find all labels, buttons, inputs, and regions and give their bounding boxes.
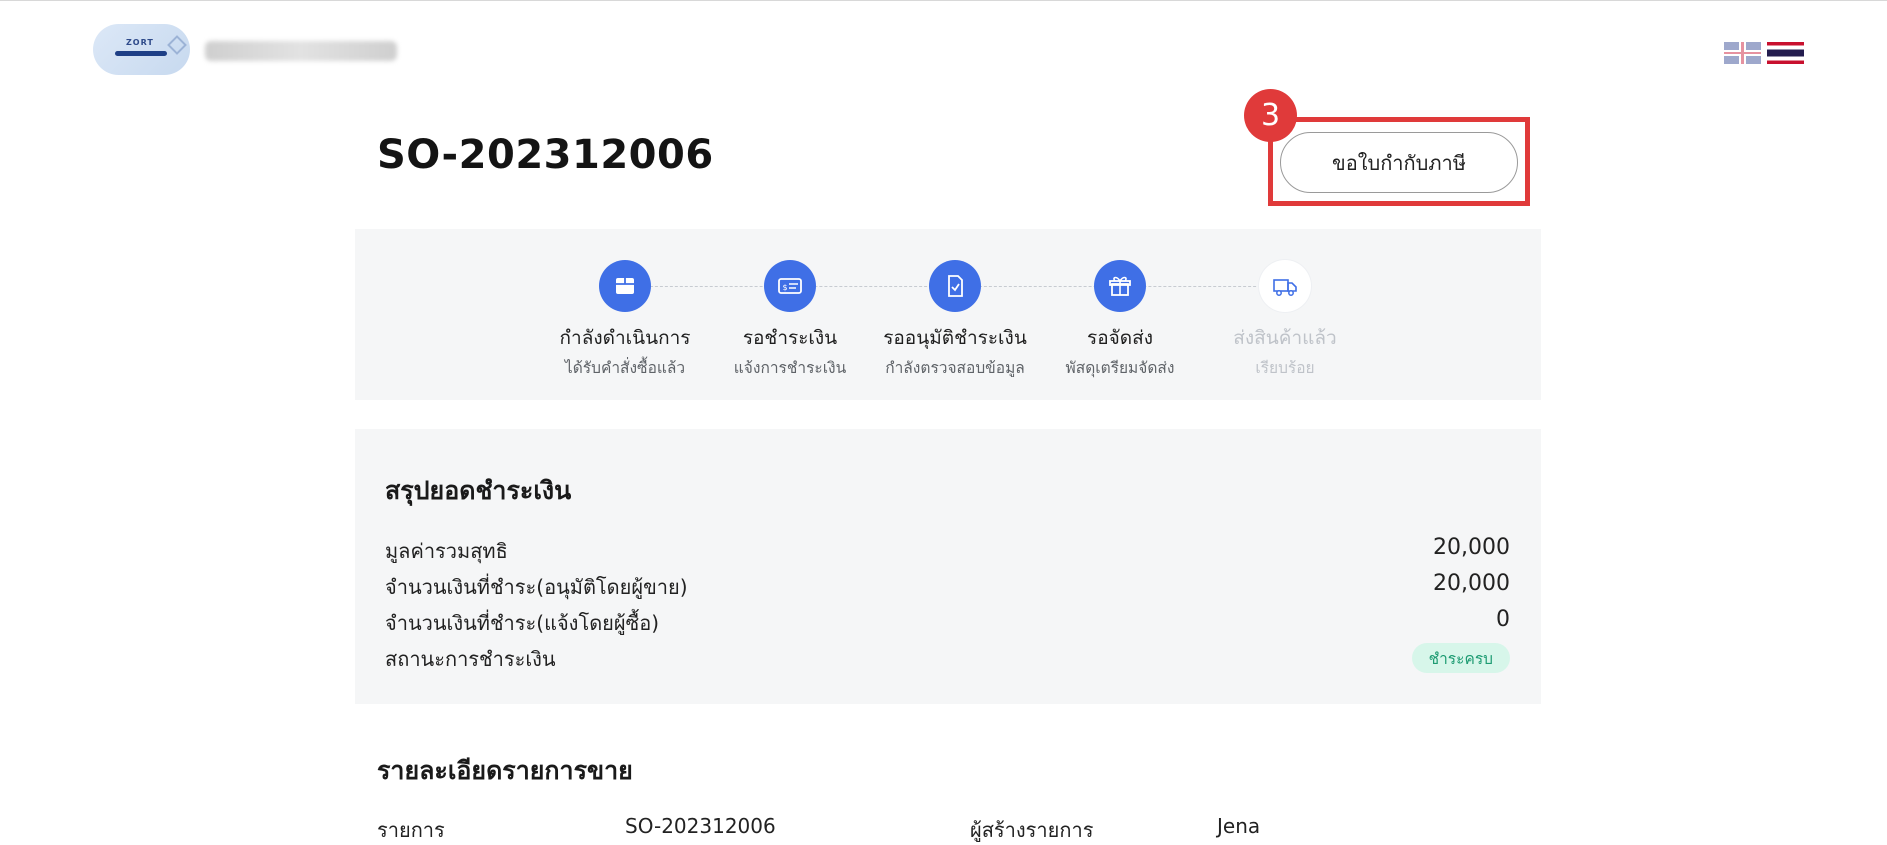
payment-summary-title: สรุปยอดชำระเงิน xyxy=(385,476,572,505)
uk-flag-icon[interactable] xyxy=(1724,42,1761,64)
blurred-store-name xyxy=(205,41,397,61)
paid-reported-by-buyer-value: 0 xyxy=(1496,607,1510,632)
annotation-highlight-box xyxy=(1268,117,1530,206)
order-number-label: รายการ xyxy=(377,818,445,842)
step-subtitle: เรียบร้อย xyxy=(1255,359,1315,377)
paid-approved-by-seller-value: 20,000 xyxy=(1433,571,1510,596)
payment-card-icon: $ xyxy=(764,260,816,312)
payment-status-label: สถานะการชำระเงิน xyxy=(385,647,556,671)
net-total-label: มูลค่ารวมสุทธิ xyxy=(385,539,508,563)
progress-step-awaiting-approval: รออนุมัติชำระเงิน กำลังตรวจสอบข้อมูล xyxy=(875,260,1035,380)
progress-step-processing: กำลังดำเนินการ ได้รับคำสั่งซื้อแล้ว xyxy=(545,260,705,380)
creator-label: ผู้สร้างรายการ xyxy=(970,818,1094,842)
order-number-value: SO-202312006 xyxy=(625,814,776,838)
step-title: รอชำระเงิน xyxy=(742,327,838,349)
uk-flag-cross-vertical xyxy=(1741,42,1744,64)
svg-text:$: $ xyxy=(783,283,788,292)
store-logo[interactable]: ZORT xyxy=(93,24,190,75)
step-title: ส่งสินค้าแล้ว xyxy=(1233,327,1337,349)
step-subtitle: กำลังตรวจสอบข้อมูล xyxy=(885,359,1025,377)
status-badge: ชำระครบ xyxy=(1411,643,1510,673)
logo-diamond-icon xyxy=(167,35,187,55)
paid-reported-by-buyer-label: จำนวนเงินที่ชำระ(แจ้งโดยผู้ซื้อ) xyxy=(385,611,660,635)
progress-step-awaiting-payment: $ รอชำระเงิน แจ้งการชำระเงิน xyxy=(710,260,870,380)
sale-details-title: รายละเอียดรายการขาย xyxy=(377,756,633,785)
progress-step-awaiting-shipment: รอจัดส่ง พัสดุเตรียมจัดส่ง xyxy=(1040,260,1200,380)
delivery-truck-icon xyxy=(1259,260,1311,312)
creator-value: Jena xyxy=(1217,814,1261,838)
document-check-icon xyxy=(929,260,981,312)
step-title: รออนุมัติชำระเงิน xyxy=(883,327,1027,349)
logo-bar xyxy=(115,51,167,56)
step-subtitle: พัสดุเตรียมจัดส่ง xyxy=(1065,359,1175,377)
thai-flag-icon[interactable] xyxy=(1767,42,1804,64)
step-subtitle: แจ้งการชำระเงิน xyxy=(733,359,847,377)
step-subtitle: ได้รับคำสั่งซื้อแล้ว xyxy=(564,359,686,377)
page-title: SO-202312006 xyxy=(377,132,714,178)
step-title: รอจัดส่ง xyxy=(1087,327,1153,349)
paid-approved-by-seller-label: จำนวนเงินที่ชำระ(อนุมัติโดยผู้ขาย) xyxy=(385,575,688,599)
progress-step-shipped: ส่งสินค้าแล้ว เรียบร้อย xyxy=(1205,260,1365,380)
net-total-value: 20,000 xyxy=(1433,535,1510,560)
step-title: กำลังดำเนินการ xyxy=(559,327,691,349)
gift-box-icon xyxy=(1094,260,1146,312)
annotation-step-badge: 3 xyxy=(1244,89,1297,142)
logo-text: ZORT xyxy=(126,38,154,47)
box-icon xyxy=(599,260,651,312)
